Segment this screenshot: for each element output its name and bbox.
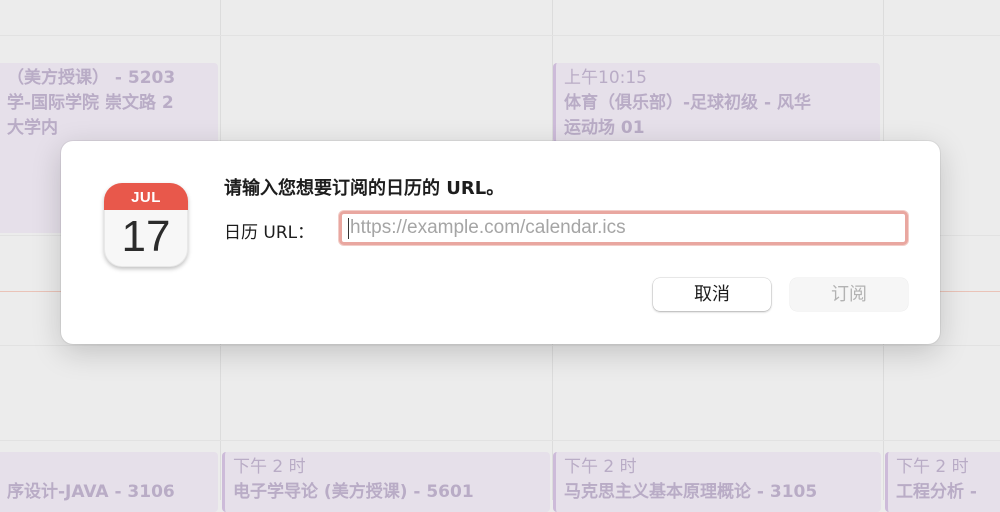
cancel-button[interactable]: 取消 — [653, 278, 771, 311]
calendar-event[interactable]: 下午 2 时 工程分析 - — [885, 452, 1000, 512]
icon-month: JUL — [104, 183, 188, 210]
event-title: 体育（俱乐部）-足球初级 - 风华 — [564, 93, 811, 113]
event-title: 马克思主义基本原理概论 - 3105 — [564, 482, 818, 502]
calendar-app-icon: JUL 17 — [104, 183, 188, 267]
calendar-url-input[interactable] — [339, 211, 908, 245]
grid-line — [0, 440, 1000, 441]
dialog-prompt: 请输入您想要订阅的日历的 URL。 — [224, 178, 505, 199]
event-title: 电子学导论 (美方授课) - 5601 — [233, 482, 474, 502]
event-title: 工程分析 - — [896, 482, 977, 502]
calendar-event[interactable]: 下午 2 时 电子学导论 (美方授课) - 5601 — [222, 452, 550, 512]
event-title: （美方授课） - 5203 — [7, 68, 176, 88]
event-title: 序设计-JAVA - 3106 — [7, 482, 175, 502]
url-field-label: 日历 URL： — [224, 223, 315, 243]
event-time: 上午10:15 — [564, 68, 647, 88]
event-time: 下午 2 时 — [233, 457, 306, 477]
grid-line — [0, 345, 1000, 346]
calendar-event[interactable]: 上午10:15 体育（俱乐部）-足球初级 - 风华 运动场 01 — [553, 63, 880, 143]
text-caret — [348, 218, 349, 239]
icon-day: 17 — [121, 212, 171, 261]
calendar-event[interactable]: 序设计-JAVA - 3106 — [0, 452, 218, 512]
subscribe-button[interactable]: 订阅 — [790, 278, 908, 311]
event-location: 运动场 01 — [564, 118, 645, 138]
event-location: 学-国际学院 崇文路 2 — [7, 93, 174, 113]
event-location: 大学内 — [7, 118, 58, 138]
event-time: 下午 2 时 — [564, 457, 637, 477]
grid-line — [0, 35, 1000, 36]
subscribe-calendar-dialog: JUL 17 请输入您想要订阅的日历的 URL。 日历 URL： 取消 订阅 — [61, 141, 940, 344]
calendar-event[interactable]: 下午 2 时 马克思主义基本原理概论 - 3105 — [553, 452, 881, 512]
event-time: 下午 2 时 — [896, 457, 969, 477]
